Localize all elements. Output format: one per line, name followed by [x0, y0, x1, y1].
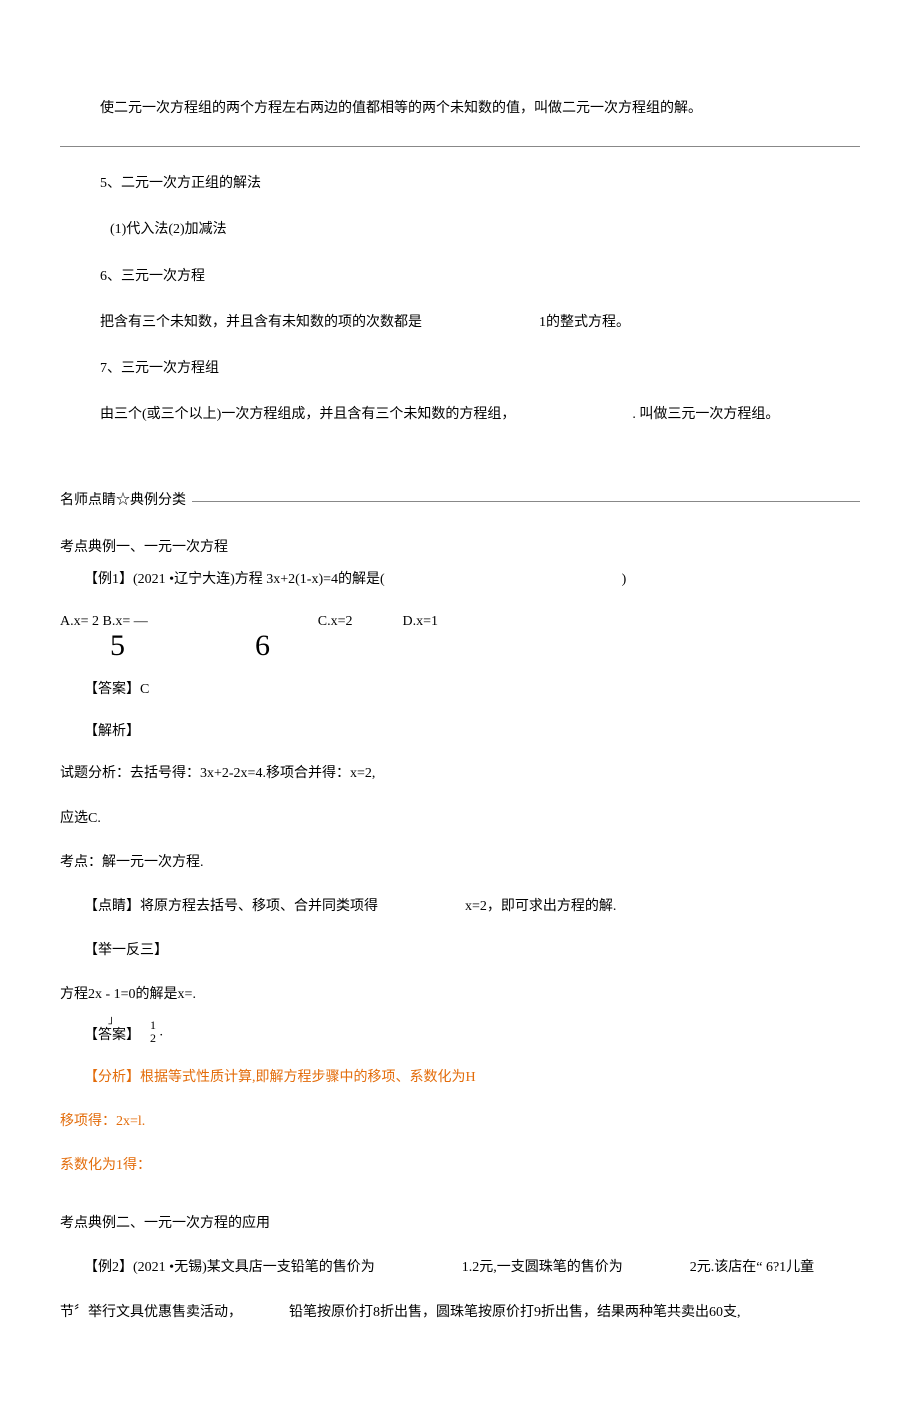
example2-line2b: 铅笔按原价打8折出售，圆珠笔按原价打9折出售，结果两种笔共卖出60支, [289, 1305, 741, 1320]
body-text: . 叫做三元一次方程组。 [632, 407, 779, 422]
heading-5: 5、二元一次方正组的解法 [100, 176, 261, 191]
section-rule [192, 501, 860, 502]
choice-c: C.x=2 [318, 613, 353, 631]
choice-d: D.x=1 [402, 613, 438, 631]
example2-line2a: 节〞举行文具优惠售卖活动， [60, 1305, 242, 1320]
paren-close: ) [622, 572, 627, 587]
frac-bot: 2 [150, 1032, 156, 1045]
divider [60, 146, 860, 147]
analysis-label: 【解析】 [84, 724, 140, 739]
mark-symbol: 」 [108, 1013, 119, 1027]
answer2-label: 【答案】 [84, 1027, 140, 1045]
example1-question: 【例1】(2021 •辽宁大连)方程 3x+2(1-x)=4的解是( [84, 572, 385, 587]
fraction-b: 6 [255, 631, 270, 661]
body-text: 使二元一次方程组的两个方程左右两边的值都相等的两个未知数的值，叫做二元一次方程组… [100, 101, 702, 116]
kaodian-text: 考点：解一元一次方程. [60, 855, 204, 870]
fenxi-text: 【分析】根据等式性质计算,即解方程步骤中的移项、系数化为H [84, 1070, 476, 1085]
xishu-text: 系数化为1得： [60, 1158, 151, 1173]
juyifansan-label: 【举一反三】 [84, 943, 168, 958]
fraction-a: 5 [110, 631, 125, 661]
section-label: 名师点睛☆典例分类 [60, 492, 192, 510]
answer-fraction: 1 2 [150, 1019, 156, 1045]
example2-b: 1.2元,一支圆珠笔的售价为 [462, 1260, 623, 1275]
section-header: 名师点睛☆典例分类 [60, 492, 860, 510]
yixiang-text: 移项得：2x=l. [60, 1114, 145, 1129]
example-title: 考点典例一、一元一次方程 [60, 540, 228, 555]
example2-c: 2元.该店在“ 6?1儿童 [690, 1260, 814, 1275]
example2-a: 【例2】(2021 •无锡)某文具店一支铅笔的售价为 [84, 1260, 375, 1275]
frac-top: 1 [150, 1019, 156, 1032]
body-text: 1的整式方程。 [539, 315, 630, 330]
analysis-text: 应选C. [60, 811, 101, 826]
body-text: (1)代入法(2)加减法 [110, 222, 227, 237]
body-text: 把含有三个未知数，并且含有未知数的项的次数都是 [100, 315, 422, 330]
heading-7: 7、三元一次方程组 [100, 361, 219, 376]
example2-title: 考点典例二、一元一次方程的应用 [60, 1216, 270, 1231]
analysis-text: 试题分析：去括号得：3x+2-2x=4.移项合并得：x=2, [60, 766, 375, 781]
choice-ab: A.x= 2 B.x= — [60, 613, 148, 631]
dianjing-a: 【点睛】将原方程去括号、移项、合并同类项得 [84, 899, 378, 914]
heading-6: 6、三元一次方程 [100, 269, 205, 284]
body-text: 由三个(或三个以上)一次方程组成，并且含有三个未知数的方程组， [100, 407, 515, 422]
period: . [160, 1024, 164, 1039]
answer-label: 【答案】C [84, 682, 149, 697]
dianjing-b: x=2，即可求出方程的解. [465, 899, 616, 914]
equation-text: 方程2x - 1=0的解是x=. [60, 987, 196, 1002]
